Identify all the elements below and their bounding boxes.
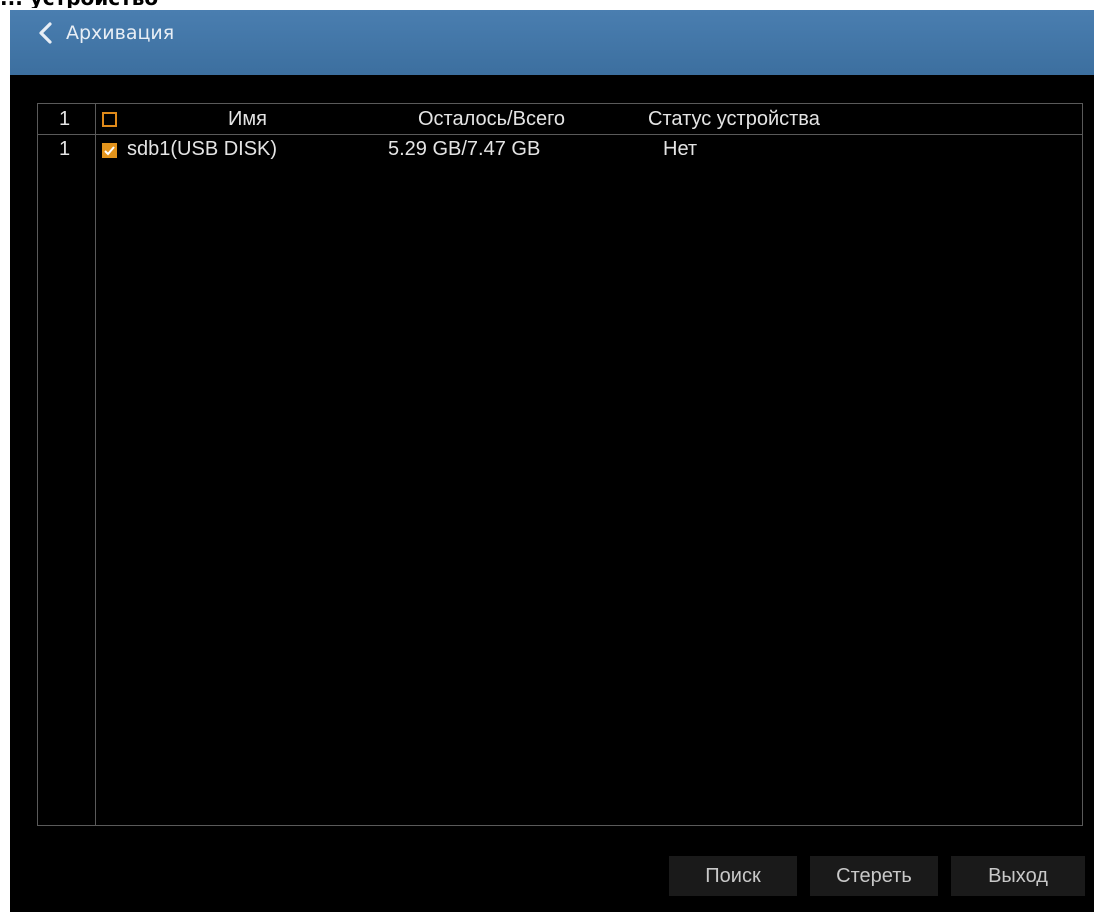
header-remaining-total: Осталось/Всего xyxy=(418,108,566,130)
row-index: 1 xyxy=(59,138,71,160)
row-remaining-total: 5.29 GB/7.47 GB xyxy=(388,138,541,160)
row-device-name[interactable]: sdb1(USB DISK) xyxy=(127,137,277,161)
row-device-status: Нет xyxy=(663,138,698,160)
header-device-status: Статус устройства xyxy=(648,108,820,130)
header-name: Имя xyxy=(228,108,267,130)
header-index: 1 xyxy=(59,108,71,130)
header-separator xyxy=(38,134,1082,135)
select-all-checkbox[interactable] xyxy=(102,112,117,127)
device-table: 1 Имя Осталось/Всего Статус устройства 1… xyxy=(37,103,1083,826)
page-caption: ... устройство xyxy=(0,0,400,8)
title-bar: Архивация xyxy=(10,10,1094,75)
archive-window: Архивация 1 Имя Осталось/Всего Статус ус… xyxy=(10,10,1094,912)
chevron-left-icon[interactable] xyxy=(36,20,56,46)
window-title: Архивация xyxy=(66,22,175,44)
search-button[interactable]: Поиск xyxy=(669,856,797,896)
column-separator xyxy=(95,104,96,825)
erase-button[interactable]: Стереть xyxy=(810,856,938,896)
exit-button[interactable]: Выход xyxy=(951,856,1085,896)
row-checkbox[interactable] xyxy=(102,143,117,158)
